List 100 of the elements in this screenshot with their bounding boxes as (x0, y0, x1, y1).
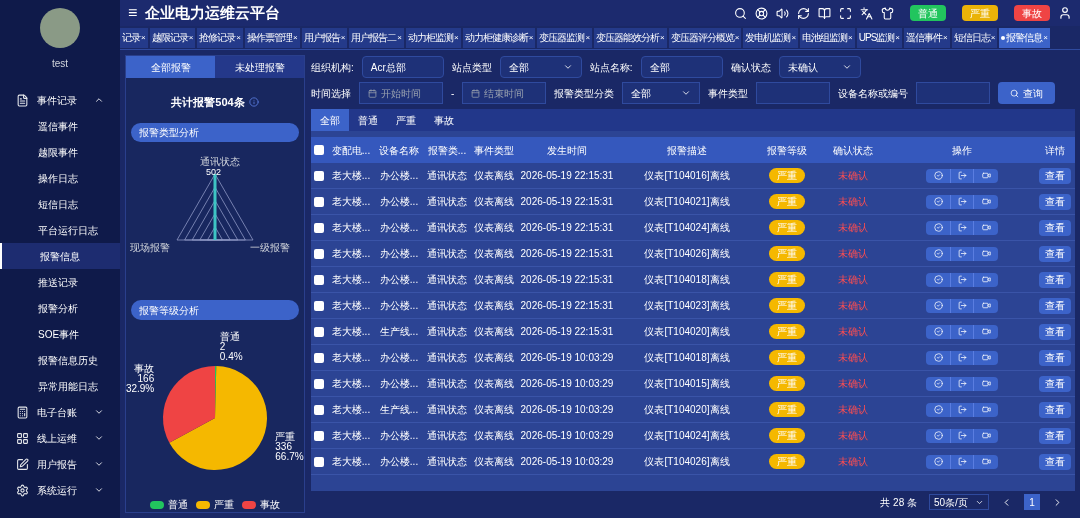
speaker-icon[interactable] (776, 6, 789, 20)
input-field[interactable]: 全部 (640, 56, 723, 78)
exit-button[interactable] (950, 246, 974, 261)
tab-close[interactable]: × (397, 31, 403, 44)
row-checkbox[interactable] (314, 326, 324, 337)
tab-close[interactable]: × (660, 31, 665, 44)
row-checkbox[interactable] (314, 378, 324, 389)
row-checkbox[interactable] (314, 248, 324, 259)
alarm-button[interactable]: 事故 (1014, 5, 1050, 21)
exit-button[interactable] (950, 272, 974, 287)
sidebar-item[interactable]: 报警信息 (0, 243, 120, 269)
page-tab[interactable]: 变压器能效分析× (594, 27, 667, 48)
tab-close[interactable]: × (528, 31, 534, 44)
exit-button[interactable] (950, 350, 974, 365)
page-tab[interactable]: 越限记录× (149, 27, 196, 48)
exit-button[interactable] (950, 168, 974, 183)
tab-close[interactable]: × (340, 31, 346, 44)
date-field[interactable]: 结束时间 (462, 82, 547, 104)
tab-close[interactable]: × (895, 31, 900, 44)
sidebar-item[interactable]: 报警分析 (0, 295, 120, 321)
level-tab[interactable]: 严重 (387, 109, 425, 131)
input-field[interactable]: Acr总部 (361, 56, 444, 78)
sidebar-item[interactable]: 操作日志 (0, 165, 120, 191)
view-button[interactable]: 查看 (1039, 297, 1071, 314)
shirt-icon[interactable] (881, 6, 894, 20)
page-tab[interactable]: 变压器监测× (537, 27, 593, 48)
sidebar-group[interactable]: 线上运维 (0, 425, 120, 451)
select-field[interactable]: 全部 (499, 56, 582, 78)
view-button[interactable]: 查看 (1039, 219, 1071, 236)
row-checkbox[interactable] (314, 456, 324, 467)
exit-button[interactable] (950, 298, 974, 313)
book-icon[interactable] (818, 6, 831, 20)
fullscreen-icon[interactable] (839, 6, 852, 20)
search-button[interactable]: 查询 (998, 82, 1056, 104)
page-tab[interactable]: 抢修记录× (197, 27, 243, 48)
row-checkbox[interactable] (314, 196, 324, 207)
sidebar-group[interactable]: 用户报告 (0, 451, 120, 477)
page-tab[interactable]: UPS监测× (856, 27, 902, 48)
menu-toggle[interactable]: ≡ (128, 5, 138, 21)
sidebar-item[interactable]: 异常用能日志 (0, 373, 120, 399)
tab-close[interactable]: × (293, 31, 298, 44)
view-button[interactable]: 查看 (1039, 453, 1071, 470)
page-size-select[interactable]: 50条/页 (929, 494, 989, 510)
lifebuoy-icon[interactable] (755, 6, 768, 20)
view-button[interactable]: 查看 (1039, 271, 1071, 288)
view-button[interactable]: 查看 (1039, 323, 1071, 340)
exit-button[interactable] (950, 376, 974, 391)
page-tab[interactable]: 发电机监测× (743, 27, 799, 48)
view-button[interactable]: 查看 (1039, 401, 1071, 418)
view-button[interactable]: 查看 (1039, 349, 1071, 366)
sidebar-item[interactable]: 短信日志 (0, 191, 120, 217)
tab-close[interactable]: × (734, 31, 740, 44)
user-icon[interactable] (1058, 6, 1072, 20)
panel-tab[interactable]: 未处理报警 (215, 56, 304, 78)
sidebar-item[interactable]: SOE事件 (0, 321, 120, 347)
sidebar-item[interactable]: 遥信事件 (0, 113, 120, 139)
level-tab[interactable]: 事故 (425, 109, 463, 131)
tab-close[interactable]: × (236, 31, 241, 44)
tab-close[interactable]: × (454, 31, 459, 44)
sidebar-item[interactable]: 平台运行日志 (0, 217, 120, 243)
tab-close[interactable]: × (188, 31, 194, 44)
row-checkbox[interactable] (314, 404, 324, 415)
tab-close[interactable]: × (848, 31, 853, 44)
page-number[interactable]: 1 (1024, 494, 1040, 510)
exit-button[interactable] (950, 194, 974, 209)
exit-button[interactable] (950, 324, 974, 339)
view-button[interactable]: 查看 (1039, 375, 1071, 392)
panel-tab[interactable]: 全部报警 (126, 56, 215, 78)
tab-close[interactable]: × (1043, 31, 1048, 44)
tab-close[interactable]: × (141, 31, 146, 44)
refresh-icon[interactable] (797, 6, 810, 20)
page-tab[interactable]: 用户报告× (301, 27, 348, 48)
exit-button[interactable] (950, 402, 974, 417)
page-tab[interactable]: 短信日志× (951, 27, 998, 48)
page-tab[interactable]: 报警信息× (999, 27, 1050, 48)
tab-close[interactable]: × (791, 31, 797, 44)
page-tab[interactable]: 用户报告二× (349, 27, 405, 48)
view-button[interactable]: 查看 (1039, 193, 1071, 210)
input-field[interactable] (756, 82, 831, 104)
select-all-checkbox[interactable] (314, 145, 324, 155)
row-checkbox[interactable] (314, 430, 324, 441)
view-button[interactable]: 查看 (1039, 245, 1071, 262)
level-tab[interactable]: 普通 (349, 109, 387, 131)
sidebar-item[interactable]: 越限事件 (0, 139, 120, 165)
page-tab[interactable]: 电池组监测× (800, 27, 855, 48)
exit-button[interactable] (950, 428, 974, 443)
exit-button[interactable] (950, 454, 974, 469)
search-icon[interactable] (734, 6, 747, 20)
view-button[interactable]: 查看 (1039, 167, 1071, 184)
row-checkbox[interactable] (314, 274, 324, 285)
row-checkbox[interactable] (314, 300, 324, 311)
sidebar-group[interactable]: 事件记录 (0, 87, 120, 113)
tab-close[interactable]: × (990, 31, 996, 44)
page-tab[interactable]: 动力柜监测× (406, 27, 461, 48)
level-tab[interactable]: 全部 (311, 109, 349, 131)
page-tab[interactable]: 遥信事件× (903, 27, 950, 48)
row-checkbox[interactable] (314, 352, 324, 363)
input-field[interactable] (916, 82, 991, 104)
page-tab[interactable]: 变压器评分概览× (668, 27, 742, 48)
row-checkbox[interactable] (314, 170, 324, 181)
